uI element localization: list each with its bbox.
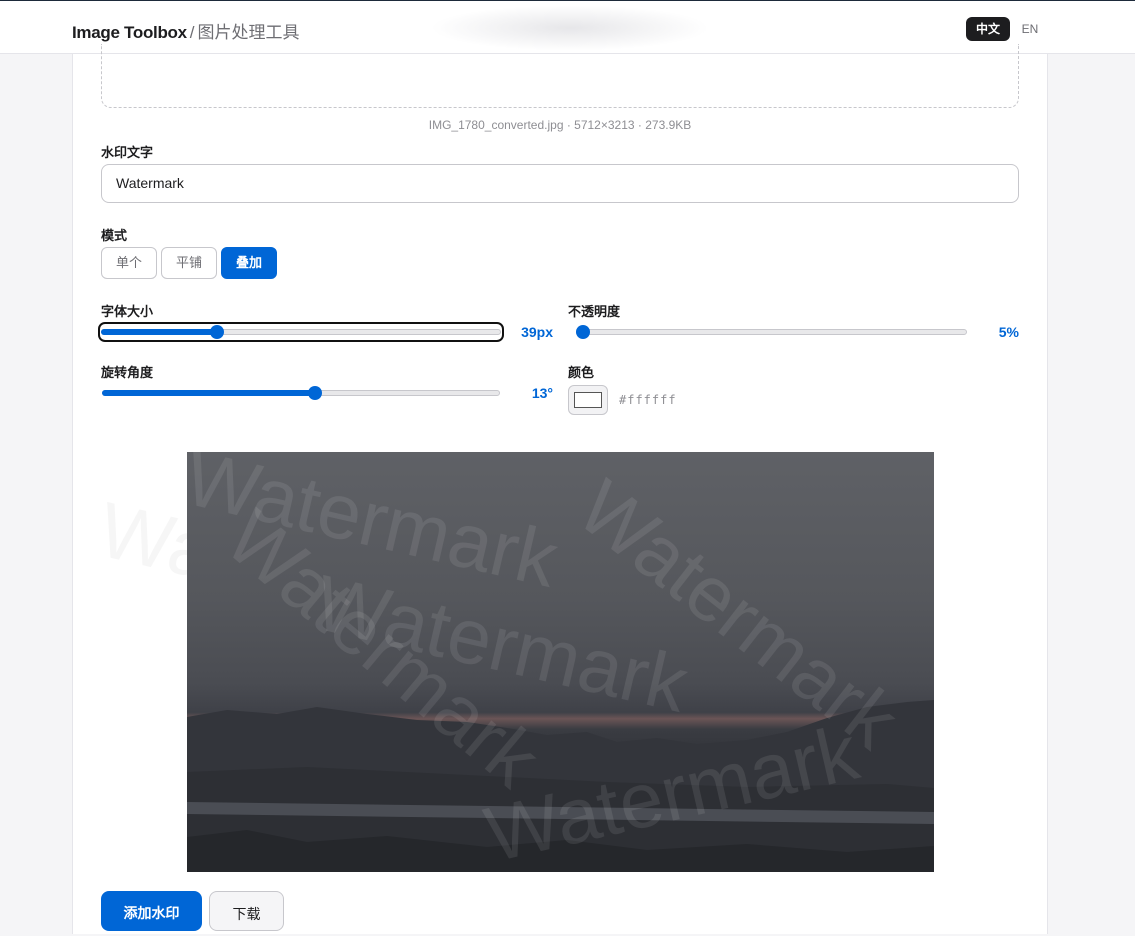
file-info: IMG_1780_converted.jpg · 5712×3213 · 273… [428,118,692,132]
slider-fill [101,329,217,335]
rotation-label: 旋转角度 [101,365,154,380]
brand-separator: / [189,23,195,42]
mode-single-button[interactable]: 单个 [101,247,157,279]
font-size-slider[interactable] [98,322,504,342]
opacity-slider[interactable] [576,325,967,339]
download-button[interactable]: 下载 [209,891,284,931]
preview-image: Watermark Watermark Watermark Watermark … [187,452,934,872]
rotation-value: 13° [531,385,553,401]
app-subtitle: 图片处理工具 [197,23,300,42]
slider-track [576,329,967,335]
opacity-label: 不透明度 [568,304,621,319]
color-label: 颜色 [568,365,595,380]
mode-label: 模式 [101,228,128,243]
image-dropzone[interactable] [101,44,1019,108]
app-name: Image Toolbox [72,23,187,42]
watermark-text-input[interactable]: Watermark [101,164,1019,203]
main-card: IMG_1780_converted.jpg · 5712×3213 · 273… [72,44,1048,934]
mode-tile-button[interactable]: 平铺 [161,247,217,279]
landscape-photo: Watermark Watermark Watermark Watermark … [187,452,934,872]
lang-zh-button[interactable]: 中文 [966,17,1010,41]
font-size-label: 字体大小 [101,304,154,319]
add-watermark-button[interactable]: 添加水印 [101,891,202,931]
slider-fill [102,390,315,396]
opacity-value: 5% [998,324,1019,340]
lang-en-button[interactable]: EN [1014,17,1046,41]
slider-thumb[interactable] [210,325,224,339]
color-picker[interactable] [568,385,608,415]
rotation-slider[interactable] [102,386,500,400]
color-hex-value: #ffffff [619,393,677,407]
watermark-text-label: 水印文字 [101,145,154,160]
mode-overlay-button[interactable]: 叠加 [221,247,277,279]
slider-thumb[interactable] [308,386,322,400]
color-swatch [574,392,602,408]
slider-thumb[interactable] [576,325,590,339]
brand: Image Toolbox / 图片处理工具 [72,18,300,43]
font-size-value: 39px [521,324,553,340]
